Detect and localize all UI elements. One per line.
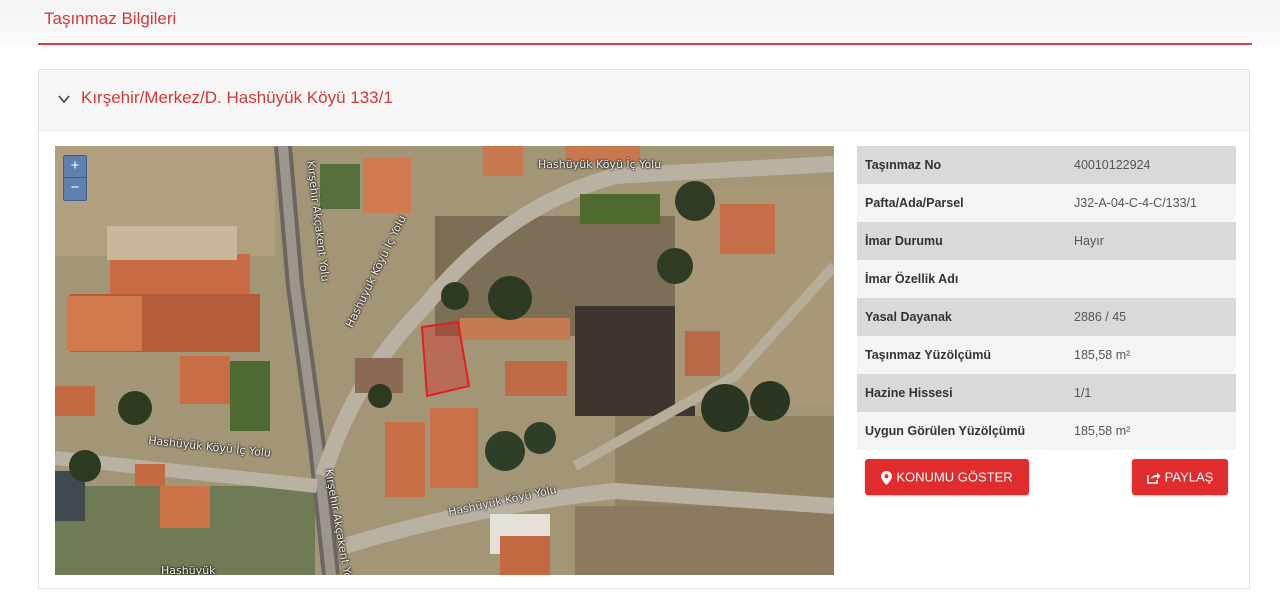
row-value: 40010122924 (1066, 146, 1236, 184)
road-label: Hashüyük Köyü İç Yolu (538, 158, 662, 171)
table-row: İmar Özellik Adı (857, 260, 1236, 298)
title-divider (38, 43, 1252, 45)
row-value: 185,58 m² (1066, 412, 1236, 450)
row-value (1066, 260, 1236, 298)
row-key: Taşınmaz Yüzölçümü (857, 336, 1066, 374)
row-value: J32-A-04-C-4-C/133/1 (1066, 184, 1236, 222)
page-title: Taşınmaz Bilgileri (44, 9, 177, 28)
row-value: 1/1 (1066, 374, 1236, 412)
table-row: Taşınmaz Yüzölçümü 185,58 m² (857, 336, 1236, 374)
panel-title: Kırşehir/Merkez/D. Hashüyük Köyü 133/1 (81, 88, 393, 107)
row-key: Uygun Görülen Yüzölçümü (857, 412, 1066, 450)
zoom-in-button[interactable]: + (64, 156, 86, 178)
property-info-table: Taşınmaz No 40010122924 Pafta/Ada/Parsel J… (857, 146, 1236, 450)
map-imagery (55, 146, 834, 575)
map-marker-icon (881, 470, 893, 485)
share-icon (1146, 472, 1161, 484)
row-key: Taşınmaz No (857, 146, 1066, 184)
table-row: Yasal Dayanak 2886 / 45 (857, 298, 1236, 336)
table-row: Uygun Görülen Yüzölçümü 185,58 m² (857, 412, 1236, 450)
row-value: Hayır (1066, 222, 1236, 260)
table-row: Taşınmaz No 40010122924 (857, 146, 1236, 184)
row-key: Pafta/Ada/Parsel (857, 184, 1066, 222)
satellite-map[interactable]: Hashüyük Köyü İç Yolu Kırşehir Akçakent … (55, 146, 834, 575)
road-label: Hashüyük (161, 564, 216, 575)
row-key: Hazine Hissesi (857, 374, 1066, 412)
header-band (0, 0, 1280, 46)
table-row: İmar Durumu Hayır (857, 222, 1236, 260)
row-value: 185,58 m² (1066, 336, 1236, 374)
show-location-button[interactable]: KONUMU GÖSTER (865, 459, 1029, 495)
zoom-control: + − (63, 155, 87, 201)
panel-header[interactable]: Kırşehir/Merkez/D. Hashüyük Köyü 133/1 (39, 70, 1249, 131)
property-panel: Kırşehir/Merkez/D. Hashüyük Köyü 133/1 H… (38, 69, 1250, 589)
share-button[interactable]: PAYLAŞ (1132, 459, 1228, 495)
row-key: İmar Özellik Adı (857, 260, 1066, 298)
chevron-down-icon[interactable] (57, 92, 71, 106)
table-row: Pafta/Ada/Parsel J32-A-04-C-4-C/133/1 (857, 184, 1236, 222)
share-label: PAYLAŞ (1164, 469, 1214, 485)
row-value: 2886 / 45 (1066, 298, 1236, 336)
table-row: Hazine Hissesi 1/1 (857, 374, 1236, 412)
show-location-label: KONUMU GÖSTER (896, 469, 1013, 485)
zoom-out-button[interactable]: − (64, 178, 86, 199)
row-key: İmar Durumu (857, 222, 1066, 260)
row-key: Yasal Dayanak (857, 298, 1066, 336)
